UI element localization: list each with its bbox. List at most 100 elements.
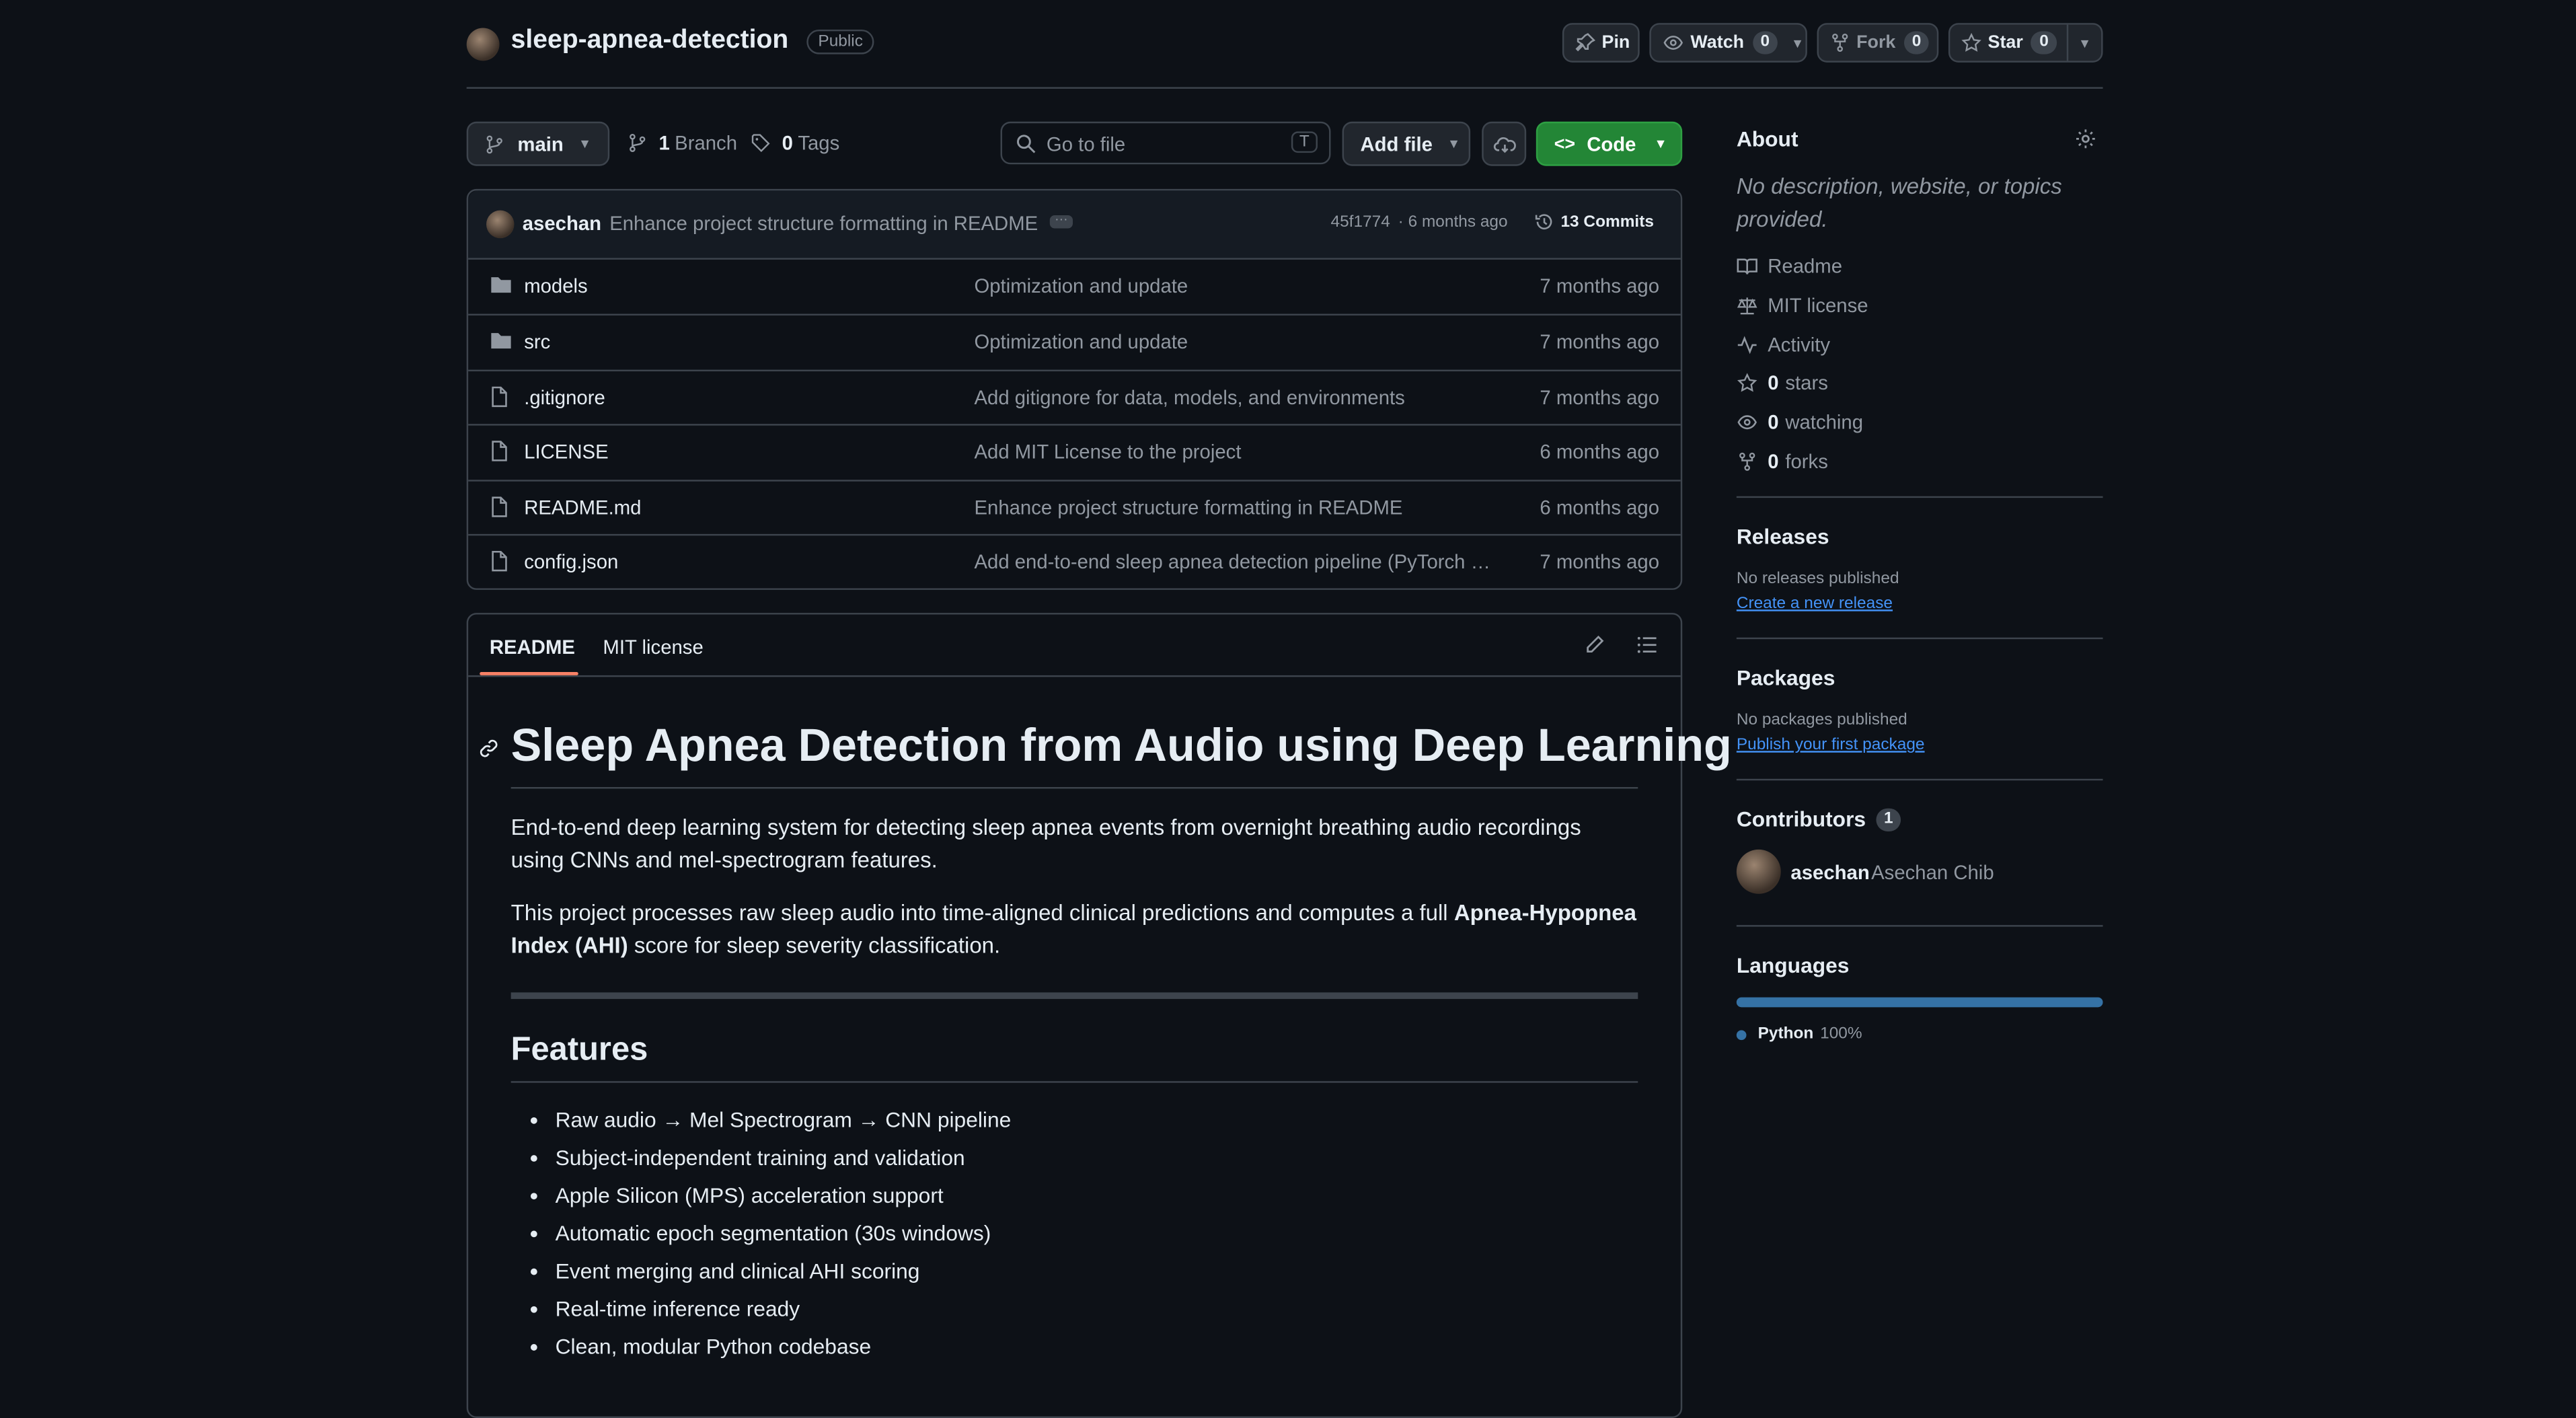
contributors-heading[interactable]: Contributors 1 [1737,807,1901,831]
list-item: Apple Silicon (MPS) acceleration support [556,1180,1012,1218]
contributor-avatar[interactable] [1736,849,1781,894]
branches-link[interactable]: 1 Branch [628,131,738,155]
create-release-link[interactable]: Create a new release [1737,595,1893,613]
fork-label: Fork [1856,32,1896,53]
forks-count: 0 [1768,450,1779,474]
commit-expand-icon[interactable]: ··· [1049,213,1073,229]
file-time: 6 months ago [1540,440,1660,463]
fork-button[interactable]: Fork 0 [1817,23,1939,63]
license-link[interactable]: MIT license [1737,294,1868,317]
stars-link[interactable]: 0 stars [1737,371,1828,394]
file-name[interactable]: models [524,274,587,297]
add-file-button[interactable]: Add file ▼ [1342,121,1471,166]
eye-icon [1737,415,1757,430]
file-name[interactable]: .gitignore [524,386,605,409]
pin-label: Pin [1601,32,1630,53]
fork-icon [1832,34,1848,52]
table-row[interactable]: models Optimization and update 7 months … [468,258,1681,312]
forks-label: forks [1785,450,1828,474]
file-icon [492,496,507,517]
file-commit-message[interactable]: Optimization and update [974,274,1188,297]
stars-count: 0 [1768,371,1779,395]
table-row[interactable]: LICENSE Add MIT License to the project 6… [468,424,1681,478]
list-item: Event merging and clinical AHI scoring [556,1255,1012,1293]
file-name[interactable]: src [524,330,550,353]
file-commit-message[interactable]: Add gitignore for data, models, and envi… [974,386,1404,409]
commit-author[interactable]: asechan [523,212,601,235]
language-name: Python [1757,1025,1814,1044]
language-item[interactable]: Python 100% [1736,1025,1862,1044]
go-to-file-input[interactable]: Go to file T [1000,121,1331,165]
file-name[interactable]: LICENSE [524,441,608,463]
file-commit-message[interactable]: Add MIT License to the project [974,441,1241,463]
gear-icon[interactable] [2075,128,2096,150]
activity-link[interactable]: Activity [1737,334,1830,357]
folder-icon [491,333,511,349]
watching-label: watching [1785,410,1864,434]
tags-link[interactable]: 0 Tags [751,131,839,155]
forks-link[interactable]: 0 forks [1737,450,1828,473]
tag-count: 0 [782,131,794,155]
file-commit-message[interactable]: Add end-to-end sleep apnea detection pip… [974,550,1490,573]
file-time: 7 months ago [1540,330,1660,354]
contributors-label: Contributors [1736,807,1866,831]
branch-count-label: Branch [675,131,738,155]
repo-name[interactable]: sleep-apnea-detection [511,26,789,56]
branch-selector[interactable]: main ▼ [466,121,610,166]
file-name[interactable]: README.md [524,496,641,519]
star-button[interactable]: Star 0 ▼ [1948,23,2103,63]
watching-link[interactable]: 0 watching [1737,411,1863,434]
branch-count-icon [630,134,646,152]
anchor-link-icon[interactable] [478,738,500,759]
license-link-label: MIT license [1768,294,1868,318]
cloud-icon [1492,136,1515,153]
header-divider [466,87,2103,89]
packages-text: No packages published [1736,711,1907,730]
star-dropdown-icon[interactable]: ▼ [2078,36,2091,50]
tab-readme[interactable]: README [490,636,575,659]
list-item: Subject-independent training and validat… [556,1142,1012,1180]
codespaces-sync-button[interactable] [1482,121,1527,166]
file-name[interactable]: config.json [524,550,618,573]
file-icon [492,386,507,408]
fork-icon [1739,452,1755,471]
search-placeholder: Go to file [1046,133,1126,157]
commits-link[interactable]: 13 Commits [1534,212,1654,231]
file-commit-message[interactable]: Optimization and update [974,330,1188,353]
eye-icon [1663,36,1683,50]
watch-dropdown-icon[interactable]: ▼ [1791,36,1804,50]
code-button[interactable]: <> Code ▼ [1536,121,1683,166]
commit-author-avatar[interactable] [486,210,515,239]
branch-icon [486,135,502,153]
about-heading: About [1736,126,1798,151]
watch-button[interactable]: Watch 0 ▼ [1649,23,1807,63]
list-item: Clean, modular Python codebase [556,1331,1012,1369]
tab-mit-license[interactable]: MIT license [603,636,703,659]
contributor-login[interactable]: asechan [1790,861,1869,884]
pin-button[interactable]: Pin [1562,23,1640,63]
table-row[interactable]: config.json Add end-to-end sleep apnea d… [468,533,1681,589]
chevron-down-icon: ▼ [1447,136,1461,151]
file-commit-message[interactable]: Enhance project structure formatting in … [974,496,1402,519]
horizontal-rule [510,992,1638,1000]
outline-list-icon[interactable] [1636,634,1658,656]
table-row[interactable]: .gitignore Add gitignore for data, model… [468,369,1681,424]
publish-package-link[interactable]: Publish your first package [1737,736,1925,754]
table-row[interactable]: src Optimization and update 7 months ago [468,313,1681,369]
table-row[interactable]: README.md Enhance project structure form… [468,480,1681,534]
file-time: 6 months ago [1540,496,1660,519]
owner-avatar[interactable] [466,28,500,61]
releases-heading[interactable]: Releases [1737,524,1829,549]
readme-paragraph-2: This project processes raw sleep audio i… [511,897,1638,963]
commit-hash[interactable]: 45f1774 [1331,214,1390,232]
packages-heading[interactable]: Packages [1737,665,1835,690]
edit-pencil-icon[interactable] [1584,634,1605,656]
branch-count: 1 [658,131,670,155]
paragraph-2-text: This project processes raw sleep audio i… [510,900,1454,926]
readme-link[interactable]: Readme [1737,255,1842,278]
stars-label: stars [1785,371,1828,395]
file-icon [492,441,507,461]
readme-tabs-divider [468,675,1681,677]
commit-message[interactable]: Enhance project structure formatting in … [609,212,1038,235]
about-description: No description, website, or topics provi… [1736,174,2062,232]
